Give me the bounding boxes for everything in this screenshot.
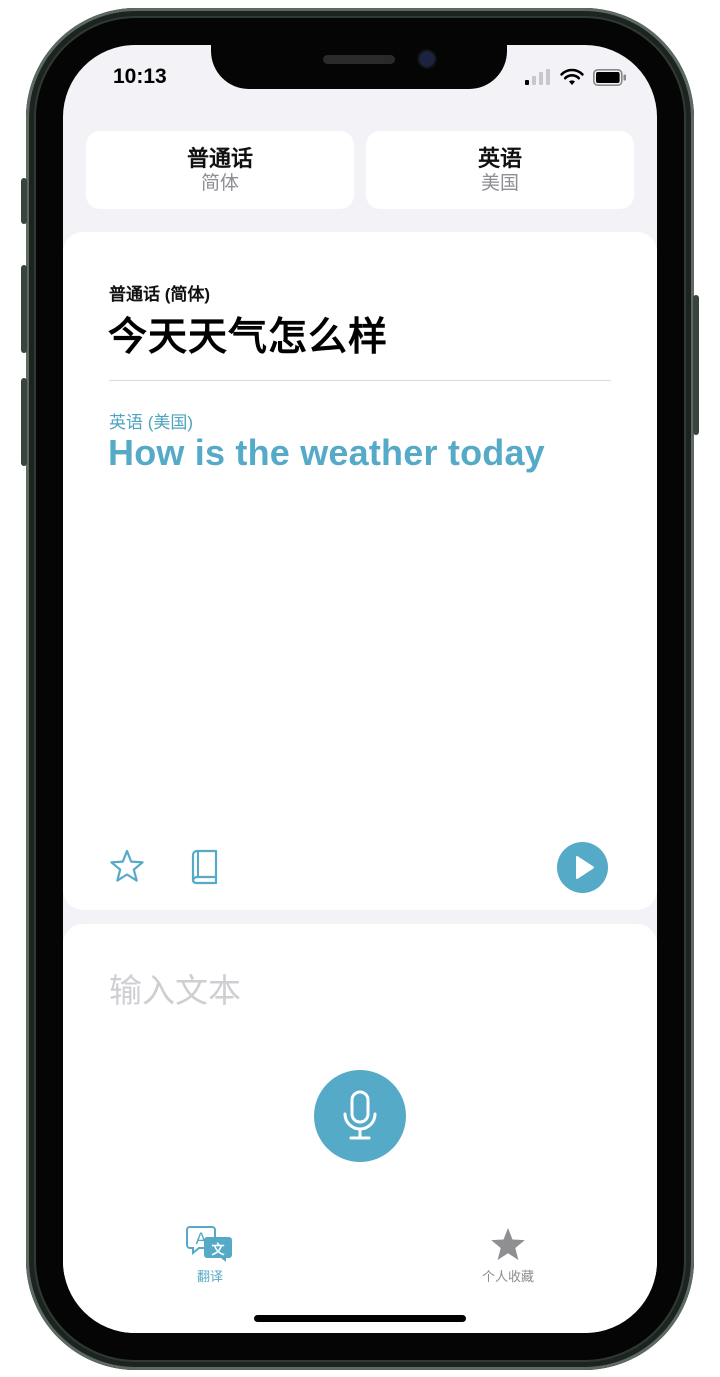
text-input[interactable]: [109, 972, 409, 1010]
volume-down-button: [21, 378, 27, 466]
power-button: [693, 295, 699, 435]
play-button[interactable]: [557, 842, 608, 893]
home-indicator: [254, 1315, 466, 1322]
source-language-label: 普通话 (简体): [109, 285, 211, 304]
target-language-button[interactable]: 英语 美国: [366, 131, 634, 209]
source-text: 今天天气怎么样: [108, 316, 389, 359]
translation-card: 普通话 (简体) 今天天气怎么样 英语 (美国) How is the weat…: [63, 232, 657, 910]
source-language-variant: 简体: [200, 172, 239, 194]
svg-text:文: 文: [211, 1242, 225, 1258]
cellular-signal-icon: [525, 69, 550, 85]
battery-icon: [593, 68, 626, 86]
microphone-icon: [343, 1090, 377, 1140]
tab-translate-label: 翻译: [196, 1269, 223, 1284]
favorites-star-icon: [491, 1228, 525, 1260]
front-camera: [419, 51, 435, 67]
app-screen: 10:13 普通话 简体 英语 美国 普通话 (简体) 今天天气怎么样 英语 (…: [63, 45, 657, 1333]
earpiece-speaker: [323, 55, 395, 64]
status-icons: [525, 67, 627, 87]
target-language-variant: 美国: [480, 172, 519, 194]
tab-favorites-label: 个人收藏: [481, 1269, 534, 1284]
source-language-button[interactable]: 普通话 简体: [86, 131, 354, 209]
status-time: 10:13: [113, 65, 167, 88]
tab-translate[interactable]: A 文 翻译: [150, 1225, 270, 1285]
divider: [109, 380, 611, 381]
volume-up-button: [21, 265, 27, 353]
tab-favorites[interactable]: 个人收藏: [448, 1225, 568, 1285]
wifi-icon: [560, 68, 584, 85]
target-language-label: 英语 (美国): [109, 413, 194, 432]
dictionary-book-icon[interactable]: [189, 849, 219, 885]
mute-switch: [21, 178, 27, 224]
translate-icon: A 文: [186, 1226, 232, 1262]
microphone-button[interactable]: [314, 1070, 406, 1162]
star-icon[interactable]: [109, 849, 145, 883]
play-icon: [576, 856, 594, 879]
notch: [211, 45, 507, 89]
translated-text: How is the weather today: [108, 432, 545, 473]
target-language-name: 英语: [477, 145, 522, 171]
source-language-name: 普通话: [186, 145, 253, 171]
